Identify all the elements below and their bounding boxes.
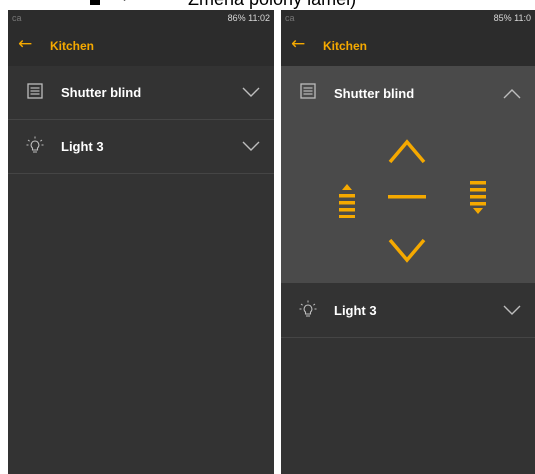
chevron-down-icon[interactable] [242,140,260,152]
list-item-shutter-blind[interactable]: Shutter blind [281,66,535,119]
caption-text: Změna polohy lamel) [188,0,356,10]
caption-square-icon [90,0,100,5]
status-right-text: 86% 11:02 [227,13,270,23]
list-item-light-3[interactable]: Light 3 [8,120,274,174]
list-item-label: Shutter blind [334,86,415,101]
status-right-text: 85% 11:0 [493,13,531,23]
status-left-text: ca [285,13,295,23]
back-arrow-icon[interactable]: ← [291,34,305,54]
page-title: Kitchen [323,39,368,53]
list-item-label: Light 3 [334,303,377,318]
light-bulb-icon [299,300,317,317]
status-left-text: ca [12,13,22,23]
app-bar: ← Kitchen [8,26,274,66]
shutter-blind-icon [300,83,316,99]
stop-icon[interactable] [388,192,426,202]
slats-down-icon[interactable] [468,181,488,215]
list-item-shutter-blind[interactable]: Shutter blind [8,66,274,120]
light-bulb-icon [26,136,44,153]
status-bar: ca 85% 11:0 [281,10,535,26]
app-bar: ← Kitchen [281,26,535,66]
list-item-label: Shutter blind [61,85,142,100]
phone-screen-right: ca 85% 11:0 ← Kitchen Shutter blind Ligh… [281,10,535,474]
slats-up-icon[interactable] [337,184,357,218]
list-item-label: Light 3 [61,139,104,154]
chevron-down-icon[interactable] [242,86,260,98]
open-up-icon[interactable] [388,136,426,166]
back-arrow-icon[interactable]: ← [18,34,32,54]
status-bar: ca 86% 11:02 [8,10,274,26]
list-item-light-3[interactable]: Light 3 [281,284,535,338]
page-title: Kitchen [50,39,95,53]
caption-strip: ✓ Změna polohy lamel) [0,0,535,10]
shutter-blind-icon [27,83,43,99]
chevron-up-icon[interactable] [503,88,521,100]
close-down-icon[interactable] [388,236,426,266]
shutter-blind-expanded-panel: Shutter blind [281,66,535,283]
chevron-down-icon[interactable] [503,304,521,316]
phone-screen-left: ca 86% 11:02 ← Kitchen Shutter blind Lig… [8,10,274,474]
caption-check-icon: ✓ [121,0,133,6]
